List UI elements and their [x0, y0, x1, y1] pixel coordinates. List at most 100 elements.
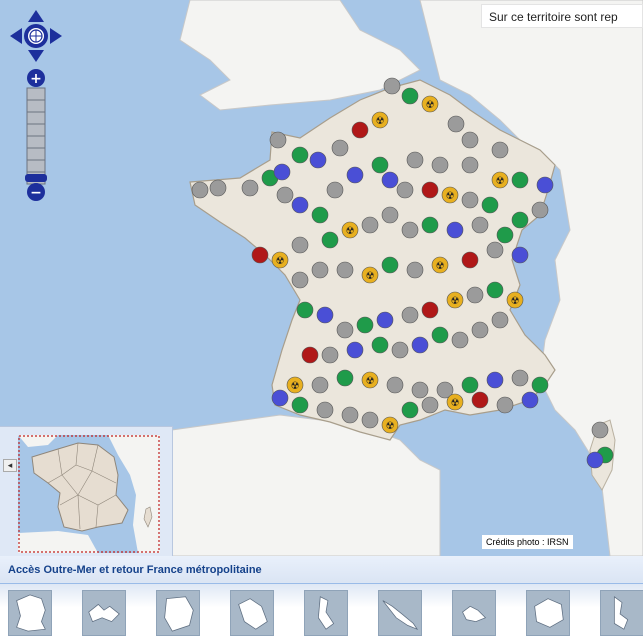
site-marker[interactable]: [381, 171, 399, 189]
site-marker[interactable]: [421, 396, 439, 414]
site-marker[interactable]: [471, 321, 489, 339]
site-marker[interactable]: [291, 396, 309, 414]
site-marker[interactable]: [401, 401, 419, 419]
overview-canvas[interactable]: [18, 435, 160, 553]
site-marker[interactable]: [421, 181, 439, 199]
site-marker[interactable]: [336, 261, 354, 279]
territory-france-metropolitaine-button[interactable]: [8, 590, 52, 636]
site-marker[interactable]: [296, 301, 314, 319]
site-marker[interactable]: [346, 341, 364, 359]
site-marker[interactable]: [421, 216, 439, 234]
site-marker[interactable]: [491, 311, 509, 329]
territory-guadeloupe-button[interactable]: [82, 590, 126, 636]
site-marker[interactable]: [586, 451, 604, 469]
site-marker[interactable]: [336, 321, 354, 339]
site-marker[interactable]: [371, 156, 389, 174]
territory-martinique-button[interactable]: [230, 590, 274, 636]
svg-text:+[interactable]: +: [30, 71, 42, 87]
site-marker[interactable]: [331, 139, 349, 157]
overview-map[interactable]: [0, 426, 173, 557]
site-marker[interactable]: [291, 271, 309, 289]
site-marker[interactable]: [371, 336, 389, 354]
site-marker[interactable]: [383, 77, 401, 95]
site-marker[interactable]: [356, 316, 374, 334]
site-marker[interactable]: [531, 376, 549, 394]
site-marker[interactable]: [316, 401, 334, 419]
pan-control[interactable]: [8, 8, 64, 69]
site-marker[interactable]: [511, 211, 529, 229]
site-marker[interactable]: [241, 179, 259, 197]
site-marker[interactable]: [521, 391, 539, 409]
site-marker[interactable]: [321, 231, 339, 249]
site-marker[interactable]: [461, 251, 479, 269]
site-marker[interactable]: [446, 221, 464, 239]
site-marker[interactable]: [411, 381, 429, 399]
site-marker[interactable]: [361, 216, 379, 234]
territory-reunion-button[interactable]: [526, 590, 570, 636]
site-marker[interactable]: [191, 181, 209, 199]
site-marker[interactable]: [381, 256, 399, 274]
site-marker[interactable]: [447, 115, 465, 133]
site-marker[interactable]: [273, 163, 291, 181]
site-marker[interactable]: [431, 326, 449, 344]
site-marker[interactable]: [396, 181, 414, 199]
site-marker[interactable]: [536, 176, 554, 194]
site-marker[interactable]: [486, 281, 504, 299]
site-marker[interactable]: [301, 346, 319, 364]
site-marker[interactable]: [209, 179, 227, 197]
site-marker[interactable]: [496, 396, 514, 414]
site-marker[interactable]: [466, 286, 484, 304]
territory-nouvelle-caledonie-button[interactable]: [378, 590, 422, 636]
site-marker[interactable]: [411, 336, 429, 354]
site-marker[interactable]: [486, 241, 504, 259]
zoom-control[interactable]: + −: [25, 68, 47, 209]
site-marker[interactable]: [311, 261, 329, 279]
site-marker[interactable]: [386, 376, 404, 394]
site-marker[interactable]: [291, 146, 309, 164]
site-marker[interactable]: [406, 261, 424, 279]
site-marker[interactable]: [341, 406, 359, 424]
site-marker[interactable]: [461, 156, 479, 174]
overview-toggle-button[interactable]: ◂: [3, 459, 17, 472]
site-marker[interactable]: [451, 331, 469, 349]
site-marker[interactable]: [309, 151, 327, 169]
site-marker[interactable]: [391, 341, 409, 359]
site-marker[interactable]: [461, 376, 479, 394]
site-marker[interactable]: [401, 221, 419, 239]
site-marker[interactable]: [431, 156, 449, 174]
site-marker[interactable]: [406, 151, 424, 169]
site-marker[interactable]: [291, 236, 309, 254]
zoom-slider[interactable]: + −: [25, 68, 47, 204]
site-marker[interactable]: [486, 371, 504, 389]
site-marker[interactable]: [311, 376, 329, 394]
territory-polynesie-button[interactable]: [452, 590, 496, 636]
site-marker[interactable]: [269, 131, 287, 149]
site-marker[interactable]: [291, 196, 309, 214]
site-marker[interactable]: [511, 171, 529, 189]
site-marker[interactable]: [276, 186, 294, 204]
site-marker[interactable]: [491, 141, 509, 159]
compass-rose-icon[interactable]: [8, 8, 64, 64]
territory-guyane-button[interactable]: [156, 590, 200, 636]
site-marker[interactable]: [376, 311, 394, 329]
zoom-handle[interactable]: [25, 174, 47, 182]
site-marker[interactable]: [361, 411, 379, 429]
site-marker[interactable]: [471, 216, 489, 234]
site-marker[interactable]: [351, 121, 369, 139]
site-marker[interactable]: [336, 369, 354, 387]
site-marker[interactable]: [461, 191, 479, 209]
site-marker[interactable]: [271, 389, 289, 407]
site-marker[interactable]: [481, 196, 499, 214]
site-marker[interactable]: [471, 391, 489, 409]
site-marker[interactable]: [401, 306, 419, 324]
site-marker[interactable]: [311, 206, 329, 224]
site-marker[interactable]: [461, 131, 479, 149]
site-marker[interactable]: [326, 181, 344, 199]
site-marker[interactable]: [511, 246, 529, 264]
site-marker[interactable]: [316, 306, 334, 324]
site-marker[interactable]: [381, 206, 399, 224]
territory-mayotte-button[interactable]: [304, 590, 348, 636]
site-marker[interactable]: [251, 246, 269, 264]
site-marker[interactable]: [401, 87, 419, 105]
site-marker[interactable]: [511, 369, 529, 387]
